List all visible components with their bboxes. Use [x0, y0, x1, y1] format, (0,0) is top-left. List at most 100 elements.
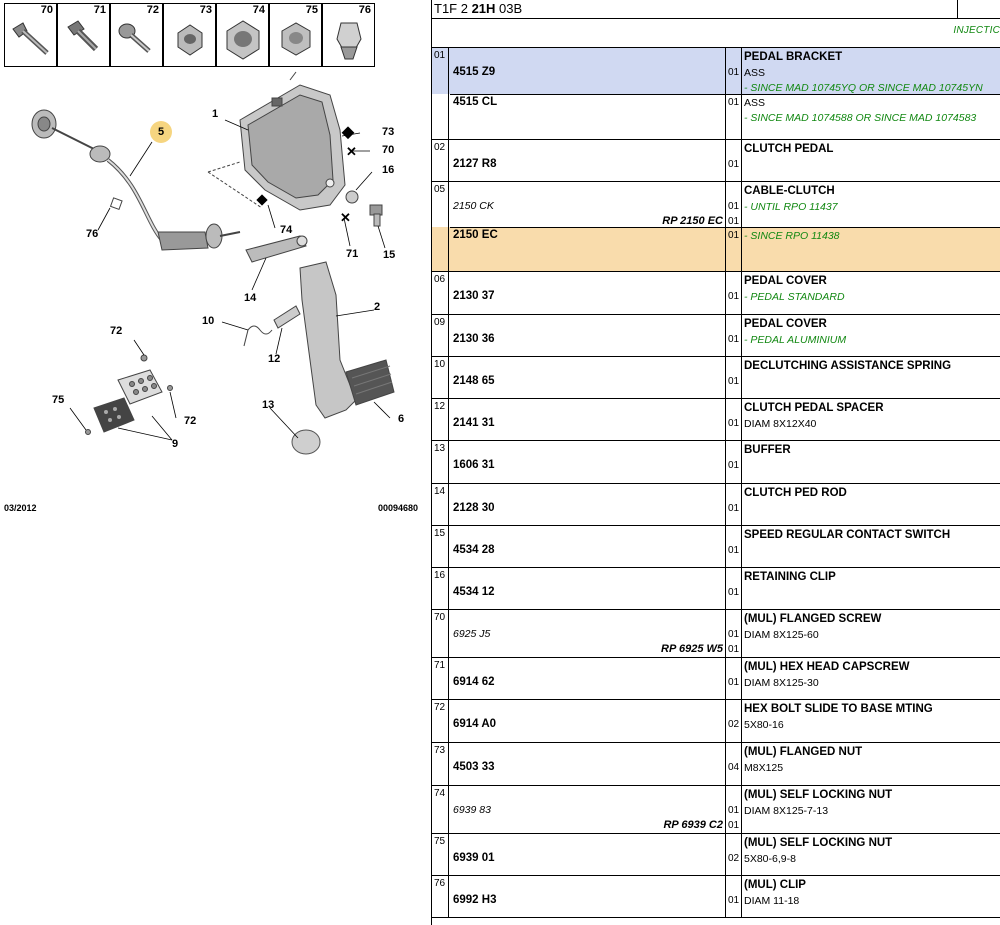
part-reference[interactable]: 4534 12	[453, 586, 495, 598]
item-number: 10	[434, 359, 446, 370]
part-description: BUFFER	[744, 444, 791, 456]
callout-14[interactable]: 14	[244, 292, 256, 304]
fastener-thumbnails: 70 71 72 73 74 75 76	[4, 3, 376, 67]
quantity: 01	[728, 334, 740, 345]
callout-9[interactable]: 9	[172, 438, 178, 450]
part-reference[interactable]: 4534 28	[453, 544, 495, 556]
part-row-75[interactable]: 75 (MUL) SELF LOCKING NUT 6939 01 02 5X80-6,…	[432, 834, 1000, 876]
part-reference[interactable]: 4503 33	[453, 761, 495, 773]
callout-73[interactable]: 73	[382, 126, 394, 138]
callout-6[interactable]: 6	[398, 413, 404, 425]
part-reference[interactable]: 6914 A0	[453, 718, 496, 730]
catalog-code-suffix: 03B	[495, 1, 523, 16]
callout-70[interactable]: 70	[382, 144, 394, 156]
part-description: PEDAL BRACKET	[744, 51, 843, 63]
callout-74[interactable]: 74	[280, 224, 292, 236]
callout-75[interactable]: 75	[52, 394, 64, 406]
callout-13[interactable]: 13	[262, 399, 274, 411]
part-description: (MUL) SELF LOCKING NUT	[744, 789, 893, 801]
part-description: (MUL) SELF LOCKING NUT	[744, 837, 893, 849]
part-reference[interactable]: 2128 30	[453, 502, 495, 514]
thumbnail-70[interactable]: 70	[4, 3, 57, 67]
part-reference[interactable]: 2150 EC	[453, 229, 498, 241]
part-reference[interactable]: 2148 65	[453, 375, 495, 387]
part-specification: ASS	[744, 97, 766, 109]
part-row-05[interactable]: 05 CABLE-CLUTCH 2150 CK 01 - UNTIL RPO 11437…	[432, 182, 1000, 272]
thumbnail-74[interactable]: 74	[216, 3, 269, 67]
marker-70: ✕	[346, 144, 357, 159]
part-row-72[interactable]: 72 HEX BOLT SLIDE TO BASE MTING 6914 A0 02 5…	[432, 700, 1000, 743]
applicability-note: - SINCE RPO 11438	[744, 230, 840, 242]
part-reference[interactable]: 4515 CL	[453, 96, 497, 108]
thumbnail-72[interactable]: 72	[110, 3, 163, 67]
fastener-icon	[177, 24, 203, 56]
part-reference[interactable]: 2127 R8	[453, 158, 496, 170]
thumbnail-71[interactable]: 71	[57, 3, 110, 67]
callout-1[interactable]: 1	[212, 108, 218, 120]
part-row-13[interactable]: 13 BUFFER 1606 31 01	[432, 441, 1000, 484]
part-reference[interactable]: 6939 01	[453, 852, 495, 864]
part-reference[interactable]: 6914 62	[453, 676, 495, 688]
callout-71[interactable]: 71	[346, 248, 358, 260]
item-number: 01	[434, 50, 446, 61]
part-row-02[interactable]: 02 CLUTCH PEDAL 2127 R8 01	[432, 140, 1000, 182]
applicability-note: - SINCE MAD 1074588 OR SINCE MAD 1074583	[744, 112, 977, 124]
superseded-reference[interactable]: 2150 CK	[453, 200, 494, 212]
part-row-12[interactable]: 12 CLUTCH PEDAL SPACER 2141 31 01 DIAM 8X12X…	[432, 399, 1000, 441]
part-description: CLUTCH PEDAL	[744, 143, 834, 155]
part-row-10[interactable]: 10 DECLUTCHING ASSISTANCE SPRING 2148 65 01	[432, 357, 1000, 399]
part-row-15[interactable]: 15 SPEED REGULAR CONTACT SWITCH 4534 28 01	[432, 526, 1000, 568]
part-row-74[interactable]: 74 (MUL) SELF LOCKING NUT 6939 83 01 DIAM 8X…	[432, 786, 1000, 834]
thumbnail-number: 71	[93, 4, 106, 16]
replacement-reference[interactable]: RP 6939 C2	[663, 819, 723, 831]
part-reference[interactable]: 2130 37	[453, 290, 495, 302]
item-number: 72	[434, 702, 446, 713]
part-row-06[interactable]: 06 PEDAL COVER 2130 37 01 - PEDAL STANDARD	[432, 272, 1000, 315]
part-row-01[interactable]: 01 PEDAL BRACKET 4515 Z9 01 ASS - SINCE MAD 1…	[432, 48, 1000, 140]
part-description: PEDAL COVER	[744, 318, 827, 330]
part-reference[interactable]: 1606 31	[453, 459, 495, 471]
callout-2[interactable]: 2	[374, 301, 380, 313]
callout-16[interactable]: 16	[382, 164, 394, 176]
callout-76[interactable]: 76	[86, 228, 98, 240]
part-reference[interactable]: 4515 Z9	[453, 66, 495, 78]
fastener-icon	[118, 23, 151, 53]
part-row-16[interactable]: 16 RETAINING CLIP 4534 12 01	[432, 568, 1000, 610]
item-number: 15	[434, 528, 446, 539]
quantity: 01	[728, 291, 740, 302]
part-row-71[interactable]: 71 (MUL) HEX HEAD CAPSCREW 6914 62 01 DIAM 8…	[432, 658, 1000, 700]
quantity: 01	[728, 67, 740, 78]
fastener-icon	[226, 20, 260, 60]
part-description: PEDAL COVER	[744, 275, 827, 287]
callout-5[interactable]: 5	[150, 121, 172, 143]
thumbnail-76[interactable]: 76	[322, 3, 375, 67]
part-row-73[interactable]: 73 (MUL) FLANGED NUT 4503 33 04 M8X125	[432, 743, 1000, 786]
thumbnail-73[interactable]: 73	[163, 3, 216, 67]
part-reference[interactable]: 2130 36	[453, 333, 495, 345]
part-description: CABLE-CLUTCH	[744, 185, 835, 197]
callout-15[interactable]: 15	[383, 249, 395, 261]
section-title: INJECTIC	[953, 25, 1000, 36]
replacement-reference[interactable]: RP 6925 W5	[661, 643, 723, 655]
thumbnail-75[interactable]: 75	[269, 3, 322, 67]
superseded-reference[interactable]: 6925 J5	[453, 628, 490, 640]
callout-12[interactable]: 12	[268, 353, 280, 365]
diagram-reference: 00094680	[378, 503, 419, 513]
part-row-14[interactable]: 14 CLUTCH PED ROD 2128 30 01	[432, 484, 1000, 526]
callout-72a[interactable]: 72	[110, 325, 122, 337]
part-reference[interactable]: 2141 31	[453, 417, 495, 429]
item-number: 06	[434, 274, 446, 285]
applicability-note: - PEDAL ALUMINIUM	[744, 334, 847, 346]
part-description: HEX BOLT SLIDE TO BASE MTING	[744, 703, 933, 715]
part-row-76[interactable]: 76 (MUL) CLIP 6992 H3 01 DIAM 11-18	[432, 876, 1000, 918]
part-description: (MUL) FLANGED NUT	[744, 746, 863, 758]
replacement-reference[interactable]: RP 2150 EC	[662, 215, 723, 227]
part-reference[interactable]: 6992 H3	[453, 894, 496, 906]
part-row-09[interactable]: 09 PEDAL COVER 2130 36 01 - PEDAL ALUMINIUM	[432, 315, 1000, 357]
callout-10[interactable]: 10	[202, 315, 214, 327]
part-specification: 5X80-16	[744, 719, 784, 731]
superseded-reference[interactable]: 6939 83	[453, 804, 491, 816]
fastener-icon	[12, 22, 49, 55]
callout-72b[interactable]: 72	[184, 415, 196, 427]
part-row-70[interactable]: 70 (MUL) FLANGED SCREW 6925 J5 01 DIAM 8X125…	[432, 610, 1000, 658]
